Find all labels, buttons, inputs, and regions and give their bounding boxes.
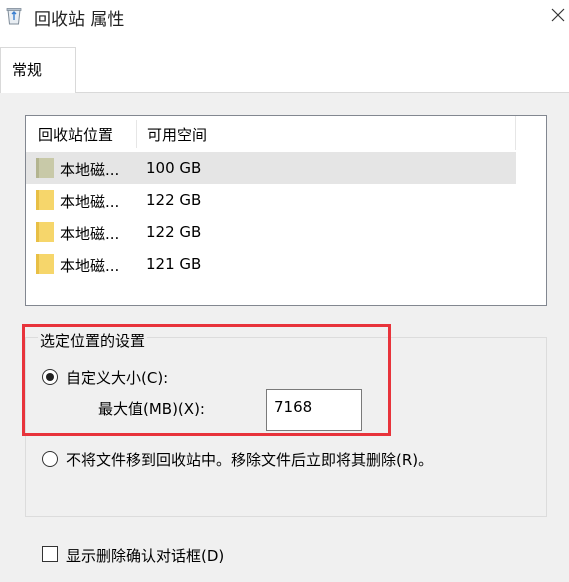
highlight-box [22,324,391,436]
recycle-bin-icon [6,7,22,25]
folder-icon [36,158,54,178]
list-item-name: 本地磁... [60,161,120,179]
column-header-free-space[interactable]: 可用空间 [147,124,207,145]
folder-icon [36,222,54,242]
close-icon[interactable] [548,5,568,25]
list-item[interactable]: 本地磁... 121 GB [26,248,516,280]
confirm-dialog-checkbox[interactable] [42,546,58,562]
column-header-location[interactable]: 回收站位置 [38,124,113,145]
folder-icon [36,190,54,210]
list-item[interactable]: 本地磁... 100 GB [26,152,516,184]
no-move-label[interactable]: 不将文件移到回收站中。移除文件后立即将其删除(R)。 [66,449,433,470]
tab-general-label: 常规 [12,61,43,79]
folder-icon [36,254,54,274]
no-move-radio[interactable] [42,451,58,467]
list-item[interactable]: 本地磁... 122 GB [26,184,516,216]
list-item[interactable]: 本地磁... 122 GB [26,216,516,248]
list-item-name: 本地磁... [60,257,120,275]
column-divider[interactable] [515,116,516,150]
window-title: 回收站 属性 [34,10,125,30]
confirm-dialog-label[interactable]: 显示删除确认对话框(D) [66,545,224,566]
list-item-name: 本地磁... [60,225,120,243]
list-item-space: 100 GB [146,159,202,177]
list-item-space: 122 GB [146,223,202,241]
list-item-name: 本地磁... [60,193,120,211]
column-divider[interactable] [136,120,137,148]
list-item-space: 122 GB [146,191,202,209]
list-item-space: 121 GB [146,255,202,273]
